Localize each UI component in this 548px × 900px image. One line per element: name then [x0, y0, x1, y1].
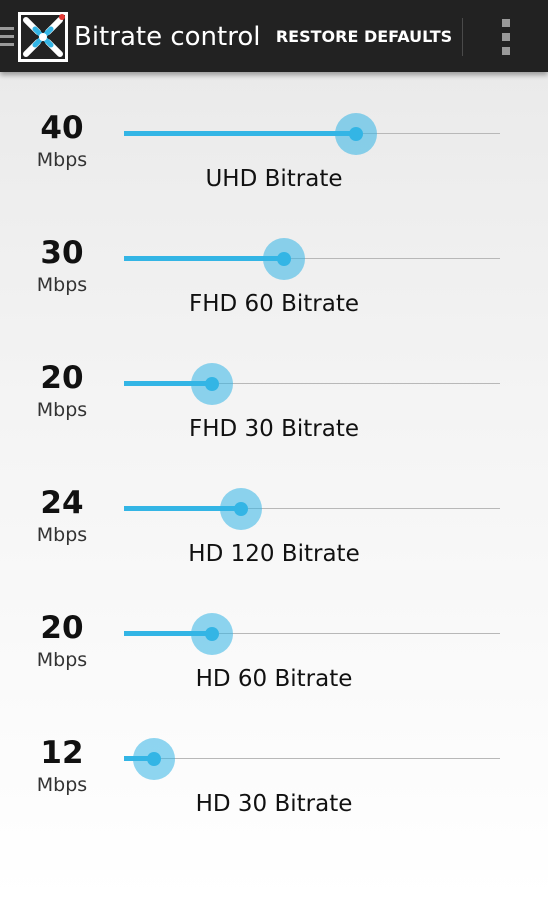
bitrate-label: HD 60 Bitrate — [195, 666, 353, 692]
bitrate-unit: Mbps — [36, 149, 88, 171]
bitrate-unit: Mbps — [36, 399, 88, 421]
hd30-bitrate-slider[interactable] — [124, 738, 500, 780]
overflow-menu-icon[interactable] — [490, 16, 522, 58]
bitrate-row-hd30: 12 Mbps HD 30 Bitrate — [0, 735, 548, 860]
bitrate-row-hd120: 24 Mbps HD 120 Bitrate — [0, 485, 548, 610]
bitrate-unit: Mbps — [36, 274, 88, 296]
bitrate-value: 24 — [40, 485, 84, 521]
bitrate-row-uhd: 40 Mbps UHD Bitrate — [0, 110, 548, 235]
bitrate-label: UHD Bitrate — [205, 166, 343, 192]
slider-fill — [124, 131, 356, 136]
bitrate-label: HD 120 Bitrate — [188, 541, 360, 567]
bitrate-value: 20 — [40, 360, 84, 396]
hd120-bitrate-slider[interactable] — [124, 488, 500, 530]
bitrate-unit: Mbps — [36, 524, 88, 546]
slider-fill — [124, 256, 284, 261]
slider-thumb[interactable] — [263, 238, 305, 280]
slider-track — [124, 758, 500, 759]
bitrate-value: 30 — [40, 235, 84, 271]
slider-thumb[interactable] — [133, 738, 176, 780]
bitrate-row-hd60: 20 Mbps HD 60 Bitrate — [0, 610, 548, 735]
slider-thumb[interactable] — [335, 113, 377, 155]
hamburger-menu-icon[interactable] — [0, 27, 14, 49]
bitrate-value: 40 — [40, 110, 84, 146]
app-title: Bitrate control — [74, 22, 261, 52]
bitrate-value: 20 — [40, 610, 84, 646]
slider-thumb[interactable] — [191, 613, 233, 655]
actionbar-divider — [462, 18, 463, 56]
bitrate-value: 12 — [40, 735, 84, 771]
fhd60-bitrate-slider[interactable] — [124, 238, 500, 280]
bitrate-row-fhd30: 20 Mbps FHD 30 Bitrate — [0, 360, 548, 485]
bitrate-row-fhd60: 30 Mbps FHD 60 Bitrate — [0, 235, 548, 360]
action-bar: Bitrate control RESTORE DEFAULTS — [0, 0, 548, 72]
fhd30-bitrate-slider[interactable] — [124, 363, 500, 405]
app-logo-icon[interactable] — [18, 12, 68, 62]
bitrate-unit: Mbps — [36, 649, 88, 671]
slider-thumb[interactable] — [219, 488, 262, 530]
bitrate-label: HD 30 Bitrate — [195, 791, 353, 817]
uhd-bitrate-slider[interactable] — [124, 113, 500, 155]
slider-thumb[interactable] — [191, 363, 233, 405]
bitrate-label: FHD 30 Bitrate — [188, 416, 360, 442]
bitrate-unit: Mbps — [36, 774, 88, 796]
restore-defaults-button[interactable]: RESTORE DEFAULTS — [270, 24, 458, 50]
hd60-bitrate-slider[interactable] — [124, 613, 500, 655]
bitrate-label: FHD 60 Bitrate — [188, 291, 360, 317]
